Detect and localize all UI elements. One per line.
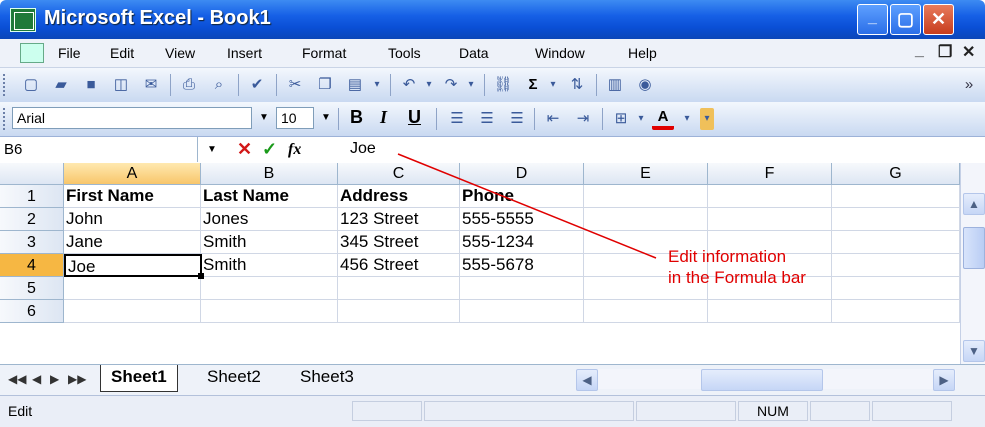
status-pane: [872, 401, 952, 421]
last-sheet-icon[interactable]: ▶▶: [68, 372, 86, 386]
status-bar: Edit NUM: [0, 395, 985, 427]
next-sheet-icon[interactable]: ▶: [50, 372, 59, 386]
status-mode: Edit: [8, 403, 33, 419]
first-sheet-icon[interactable]: ◀◀: [8, 372, 26, 386]
prev-sheet-icon[interactable]: ◀: [32, 372, 41, 386]
annotation-arrow: [397, 153, 657, 259]
tab-sheet1[interactable]: Sheet1: [100, 365, 178, 392]
annotation-line-1: Edit information: [668, 247, 787, 266]
tab-sheet2[interactable]: Sheet2: [197, 365, 271, 391]
sheet-tab-bar: ◀◀ ◀ ▶ ▶▶ Sheet1 Sheet2 Sheet3 ◀ ▶: [0, 364, 985, 395]
tab-sheet3[interactable]: Sheet3: [290, 365, 364, 391]
status-pane: [810, 401, 870, 421]
status-pane: [352, 401, 422, 421]
status-pane: [636, 401, 736, 421]
num-lock-indicator: NUM: [738, 401, 808, 421]
horizontal-scrollbar[interactable]: ◀ ▶: [576, 369, 956, 391]
horizontal-scroll-thumb[interactable]: [701, 369, 823, 391]
annotation-line-2: in the Formula bar: [668, 268, 806, 287]
scroll-left-icon[interactable]: ◀: [576, 369, 598, 391]
status-pane: [424, 401, 634, 421]
scroll-right-icon[interactable]: ▶: [933, 369, 955, 391]
